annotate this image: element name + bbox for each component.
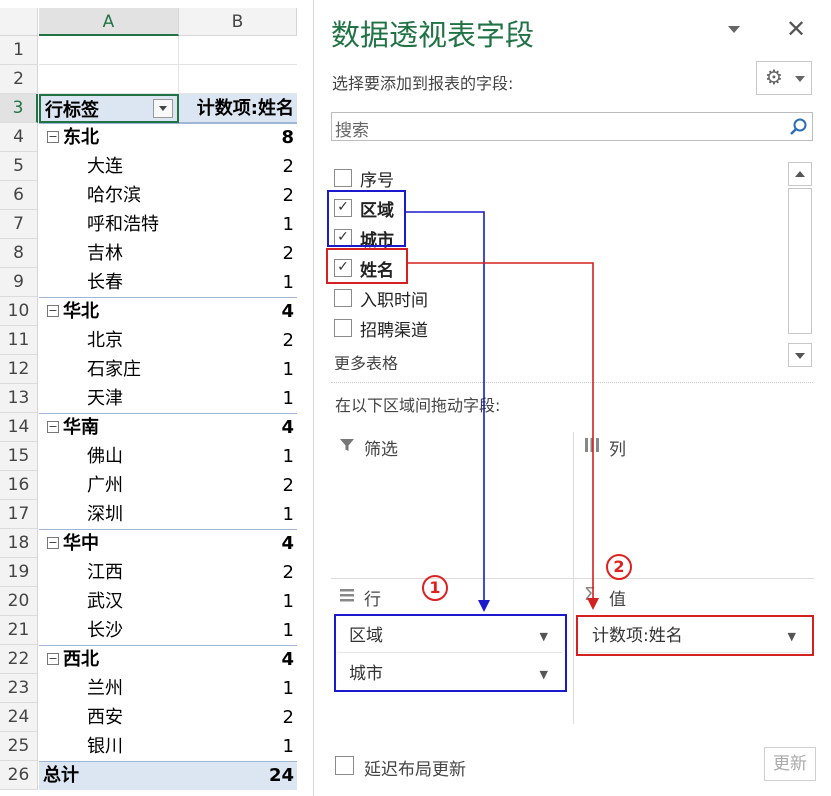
city-label[interactable]: 吉林 [39,239,179,268]
row-header[interactable]: 3 [0,94,38,123]
group-count[interactable]: 4 [179,413,297,442]
city-label[interactable]: 呼和浩特 [39,210,179,239]
city-count[interactable]: 2 [179,239,297,268]
city-count[interactable]: 2 [179,471,297,500]
row-header[interactable]: 17 [0,500,38,529]
city-count[interactable]: 1 [179,616,297,645]
group-label[interactable]: 东北 [39,123,179,152]
grand-total-value[interactable]: 24 [179,761,297,790]
row-header[interactable]: 9 [0,268,38,297]
spreadsheet: A B 1 2 3 4 5 6 7 8 9 10 11 12 13 14 15 16 17 18 19 20 21 22 2… [0,0,310,796]
city-count[interactable]: 1 [179,732,297,761]
step-marker-one: 1 [422,575,448,601]
select-all-corner[interactable] [0,8,38,36]
group-label[interactable]: 西北 [39,645,179,674]
row-header[interactable]: 21 [0,616,38,645]
chevron-down-icon [159,106,167,111]
row-header[interactable]: 25 [0,732,38,761]
row-header[interactable]: 4 [0,123,38,152]
row-labels-filter-button[interactable] [153,99,173,118]
row-header[interactable]: 18 [0,529,38,558]
blue-arrow [406,211,485,604]
city-count[interactable]: 1 [179,384,297,413]
group-count[interactable]: 4 [179,529,297,558]
city-count[interactable]: 1 [179,587,297,616]
row-header[interactable]: 11 [0,326,38,355]
count-header[interactable]: 计数项:姓名 [179,94,297,123]
annotation-arrows [406,211,599,612]
city-count[interactable]: 2 [179,558,297,587]
row-header[interactable]: 23 [0,674,38,703]
city-label[interactable]: 深圳 [39,500,179,529]
city-label[interactable]: 佛山 [39,442,179,471]
city-count[interactable]: 2 [179,152,297,181]
city-label[interactable]: 兰州 [39,674,179,703]
red-arrowhead [587,598,599,610]
city-count[interactable]: 1 [179,210,297,239]
row-header[interactable]: 6 [0,181,38,210]
row-header[interactable]: 2 [0,65,38,94]
city-count[interactable]: 2 [179,703,297,732]
grand-total-label[interactable]: 总计 [39,761,179,790]
row-header[interactable]: 26 [0,761,38,790]
city-label[interactable]: 哈尔滨 [39,181,179,210]
group-count[interactable]: 4 [179,297,297,326]
row-header[interactable]: 13 [0,384,38,413]
group-count[interactable]: 8 [179,123,297,152]
city-label[interactable]: 武汉 [39,587,179,616]
group-label[interactable]: 华北 [39,297,179,326]
city-label[interactable]: 石家庄 [39,355,179,384]
group-label[interactable]: 华南 [39,413,179,442]
row-header[interactable]: 5 [0,152,38,181]
city-count[interactable]: 2 [179,181,297,210]
defer-update-checkbox[interactable] [335,756,354,775]
update-button[interactable]: 更新 [764,747,816,781]
defer-update-label: 延迟布局更新 [364,760,466,780]
city-label[interactable]: 天津 [39,384,179,413]
pivot-field-list-panel: 数据透视表字段 ✕ 选择要添加到报表的字段: ⚙ 搜索 序号 ✓ 区域 ✓ 城市… [313,0,831,796]
row-header[interactable]: 12 [0,355,38,384]
city-label[interactable]: 江西 [39,558,179,587]
city-count[interactable]: 1 [179,442,297,471]
city-label[interactable]: 大连 [39,152,179,181]
city-count[interactable]: 1 [179,355,297,384]
red-arrow [408,262,594,602]
row-header[interactable]: 22 [0,645,38,674]
row-header[interactable]: 1 [0,36,38,65]
row-header[interactable]: 16 [0,471,38,500]
city-label[interactable]: 广州 [39,471,179,500]
step-marker-two: 2 [606,554,632,580]
row-header[interactable]: 14 [0,413,38,442]
group-count[interactable]: 4 [179,645,297,674]
row-header[interactable]: 7 [0,210,38,239]
city-label[interactable]: 北京 [39,326,179,355]
gridline [178,36,179,94]
row-header[interactable]: 15 [0,442,38,471]
row-header[interactable]: 20 [0,587,38,616]
row-header[interactable]: 10 [0,297,38,326]
city-label[interactable]: 西安 [39,703,179,732]
blue-arrowhead [478,600,490,612]
city-count[interactable]: 2 [179,326,297,355]
city-label[interactable]: 长春 [39,268,179,297]
city-count[interactable]: 1 [179,500,297,529]
city-label[interactable]: 银川 [39,732,179,761]
group-label[interactable]: 华中 [39,529,179,558]
gridline [39,64,297,65]
city-count[interactable]: 1 [179,268,297,297]
row-header[interactable]: 19 [0,558,38,587]
column-header-b[interactable]: B [179,8,297,36]
row-header[interactable]: 24 [0,703,38,732]
row-header[interactable]: 8 [0,239,38,268]
city-count[interactable]: 1 [179,674,297,703]
city-label[interactable]: 长沙 [39,616,179,645]
column-header-a[interactable]: A [39,8,179,36]
